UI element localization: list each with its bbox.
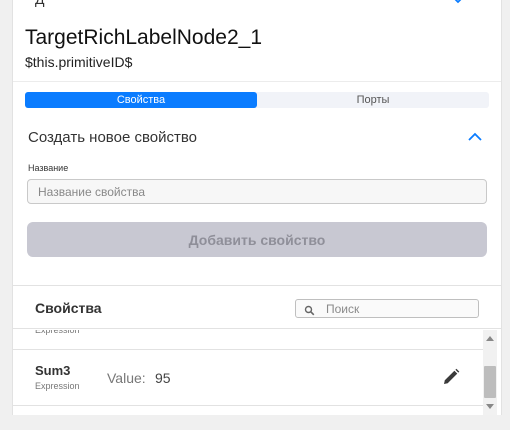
list-scrollbar[interactable] [483,330,497,415]
property-value: 95 [155,370,171,386]
properties-list: Expression Sum3 Expression Value: 95 [13,330,483,415]
list-item[interactable]: Sum3 Expression Value: 95 [13,350,483,406]
create-property-section: Создать новое свойство Название Добавить… [13,118,501,286]
property-name-input[interactable] [27,179,487,204]
property-type: Expression [35,330,80,335]
chevron-up-icon[interactable] [467,130,483,148]
clipped-top-row: Д [13,0,501,12]
properties-header: Свойства [13,287,501,329]
properties-title: Свойства [35,300,102,316]
property-panel: Д TargetRichLabelNode2_1 $this.primitive… [12,0,502,415]
edit-icon[interactable] [442,368,460,391]
tab-properties[interactable]: Свойства [25,92,257,108]
list-item[interactable]: Expression [13,330,483,350]
chevron-down-icon[interactable] [451,0,465,12]
clipped-text: Д [35,0,44,7]
node-subtitle: $this.primitiveID$ [25,54,133,70]
property-type: Expression [35,381,80,391]
tab-switcher: Свойства Порты [25,92,489,108]
scroll-down-arrow[interactable] [486,404,494,409]
scroll-up-arrow[interactable] [486,336,494,341]
node-header: TargetRichLabelNode2_1 $this.primitiveID… [13,12,501,82]
name-field-label: Название [28,163,69,173]
search-input[interactable] [326,300,474,317]
tab-ports[interactable]: Порты [257,92,489,108]
create-property-title: Создать новое свойство [28,129,197,146]
search-icon [304,303,315,321]
add-property-button[interactable]: Добавить свойство [27,222,487,257]
node-title: TargetRichLabelNode2_1 [25,26,262,49]
scroll-thumb[interactable] [484,366,496,398]
property-value-label: Value: [107,370,146,386]
search-box [295,299,479,318]
property-name: Sum3 [35,363,71,378]
